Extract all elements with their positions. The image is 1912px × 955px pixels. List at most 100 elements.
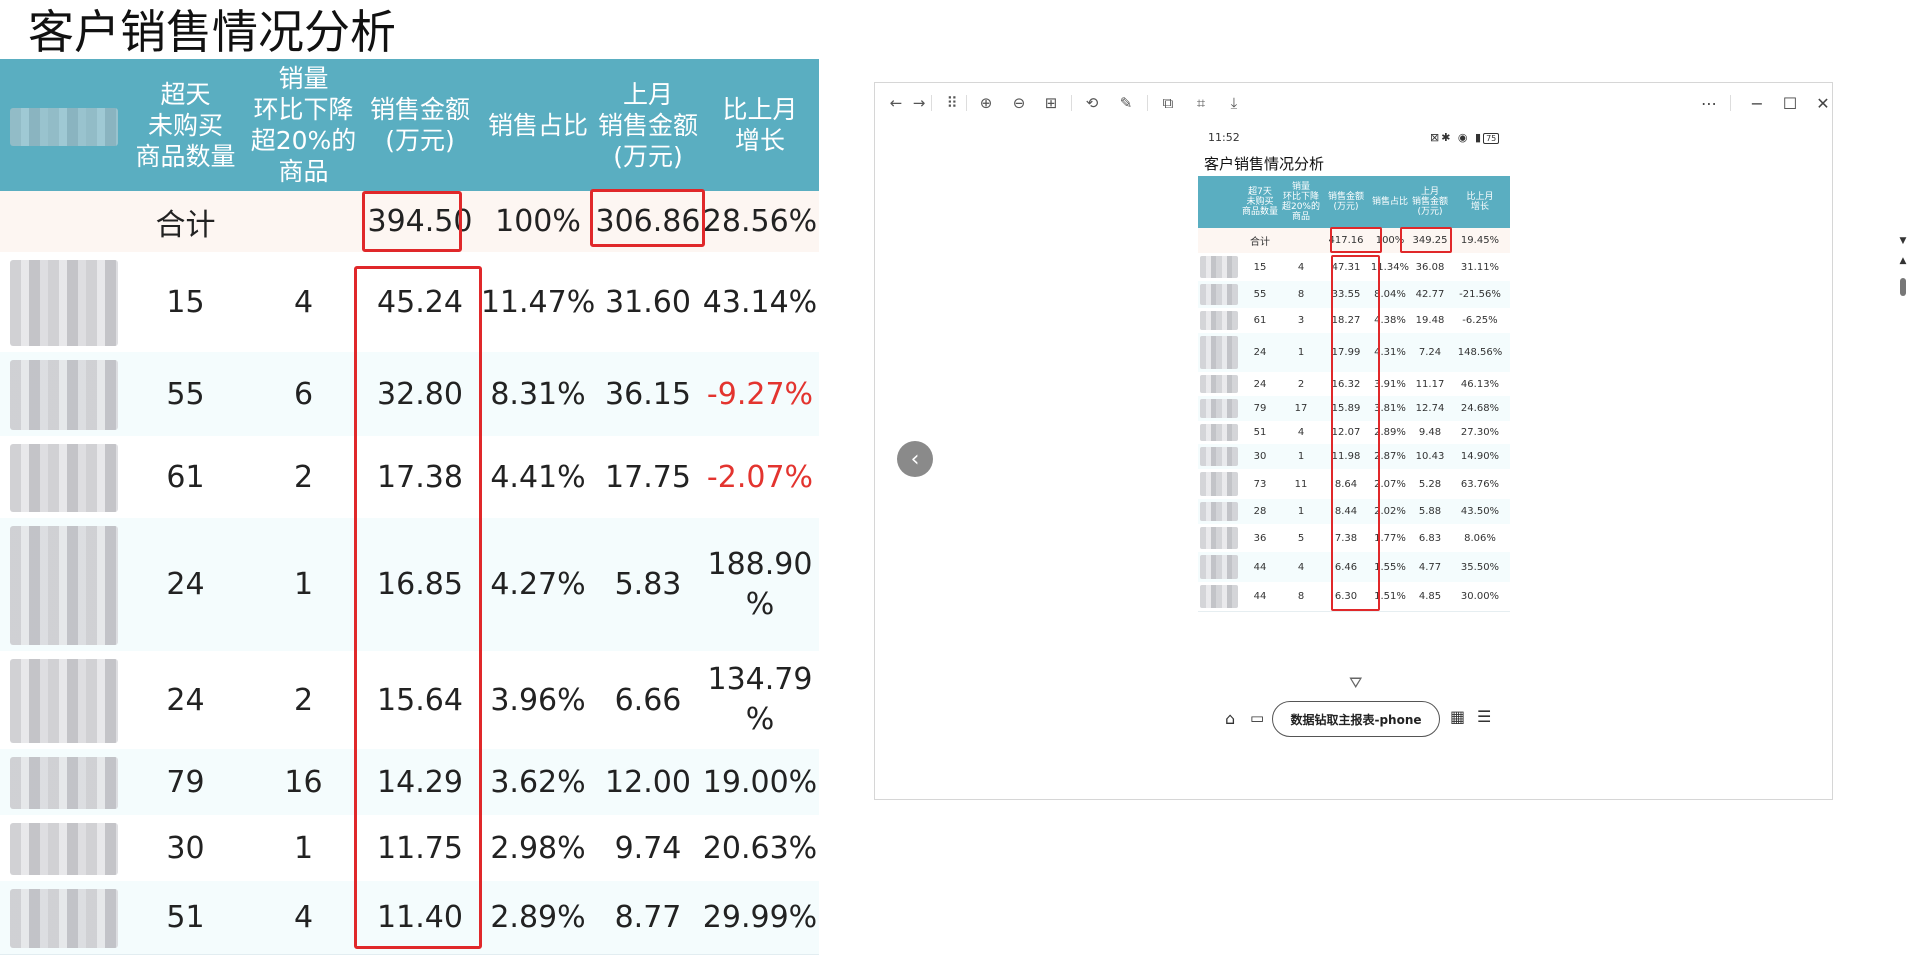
- cell-drop: 6: [293, 376, 314, 412]
- total-last-month-cell: 306.86: [595, 204, 701, 239]
- column-header: 超天 未购买 商品数量: [135, 79, 236, 171]
- cell-growth: 20.63%: [702, 830, 818, 866]
- cell-days: 15: [166, 284, 205, 320]
- cell-drop: 4: [293, 900, 314, 935]
- phone-cell-days: 15: [1253, 261, 1267, 273]
- blurred-customer-name: [10, 757, 118, 809]
- cell-days: 79: [166, 764, 205, 800]
- cell-drop: 16: [284, 764, 323, 800]
- phone-cell-days: 51: [1253, 427, 1267, 438]
- back-arrow-icon[interactable]: ←: [885, 92, 907, 114]
- cell-growth: 134.79%: [707, 662, 813, 737]
- blurred-customer-name: [1200, 585, 1238, 608]
- previous-image-button[interactable]: ‹: [897, 441, 933, 477]
- total-sales-cell: 394.50: [367, 204, 473, 239]
- home-icon[interactable]: ⌂: [1225, 709, 1235, 728]
- copy-icon[interactable]: ⧉: [1157, 92, 1179, 114]
- phone-cell-days: 44: [1253, 591, 1267, 602]
- phone-cell-days: 36: [1253, 532, 1267, 544]
- page-title: 客户销售情况分析: [28, 5, 396, 59]
- phone-column-header: 销量 环比下降 超20%的 商品: [1281, 182, 1320, 222]
- apps-grid-icon[interactable]: ▦: [1450, 707, 1465, 726]
- phone-cell-growth: 148.56%: [1457, 347, 1503, 358]
- cell-last-month: 17.75: [605, 459, 691, 495]
- more-icon[interactable]: ⋯: [1697, 91, 1721, 115]
- scrollbar-thumb[interactable]: [1900, 278, 1906, 296]
- cell-last-month: 36.15: [605, 376, 691, 412]
- cell-share: 8.31%: [490, 376, 586, 412]
- phone-cell-drop: 4: [1297, 261, 1305, 273]
- phone-highlight-total-last-month: [1400, 227, 1452, 253]
- phone-cell-last-month: 5.28: [1418, 478, 1442, 490]
- edit-icon[interactable]: ✎: [1115, 92, 1137, 114]
- phone-cell-drop: 11: [1294, 478, 1308, 490]
- maximize-icon[interactable]: ☐: [1778, 91, 1802, 115]
- blurred-customer-name: [10, 823, 118, 875]
- cell-share: 4.41%: [490, 459, 586, 495]
- blurred-customer-name: [10, 659, 118, 743]
- cell-days: 24: [166, 567, 205, 602]
- phone-cell-days: 61: [1253, 315, 1267, 326]
- phone-cell-growth: 8.06%: [1464, 532, 1496, 544]
- cell-sales: 32.80: [377, 376, 463, 412]
- download-icon[interactable]: ⤓: [1223, 92, 1245, 114]
- cell-last-month: 6.66: [614, 682, 682, 718]
- column-header: 销量 环比下降 超20%的 商品: [250, 64, 357, 186]
- phone-cell-last-month: 12.74: [1415, 403, 1445, 414]
- forward-arrow-icon[interactable]: →: [908, 92, 930, 114]
- phone-cell-growth: 27.30%: [1460, 427, 1500, 438]
- cell-growth: 43.14%: [702, 284, 818, 320]
- phone-cell-last-month: 11.17: [1415, 378, 1445, 390]
- cell-growth: 19.00%: [702, 764, 818, 800]
- close-icon[interactable]: ✕: [1811, 91, 1835, 115]
- zoom-in-icon[interactable]: ⊕: [975, 92, 997, 114]
- cell-drop: 2: [293, 459, 314, 495]
- phone-cell-last-month: 42.77: [1415, 289, 1445, 300]
- cell-days: 55: [166, 376, 205, 412]
- blurred-customer-name: [1200, 502, 1238, 521]
- phone-cell-growth: 63.76%: [1460, 478, 1500, 490]
- cell-share: 11.47%: [480, 284, 596, 320]
- phone-column-header: 销售金额 (万元): [1327, 192, 1364, 212]
- phone-screenshot: 11:52 ⊠✱ ◉ ▮ 75 客户销售情况分析 超7天 未购买 商品数量 销量 环比下降…: [1198, 127, 1518, 667]
- column-header: 销售金额 (万元): [369, 95, 470, 155]
- cell-share: 2.89%: [490, 900, 586, 935]
- phone-cell-drop: 2: [1297, 378, 1305, 390]
- grid-icon[interactable]: ⠿: [941, 92, 963, 114]
- blurred-customer-name: [10, 889, 118, 948]
- blurred-customer-name: [10, 526, 118, 645]
- scroll-down-arrow-icon[interactable]: ▲: [1898, 256, 1908, 266]
- bookmark-icon[interactable]: ▭: [1250, 709, 1264, 727]
- filter-icon[interactable]: ⛛: [1349, 673, 1362, 693]
- phone-column-header: 比上月 增长: [1466, 192, 1494, 212]
- minimize-icon[interactable]: −: [1745, 91, 1769, 115]
- cell-sales: 17.38: [377, 459, 463, 495]
- rotate-icon[interactable]: ⟲: [1081, 92, 1103, 114]
- cell-sales: 14.29: [377, 764, 463, 800]
- page-scrollbar[interactable]: ▼ ▲: [1896, 236, 1910, 954]
- cell-sales: 45.24: [377, 284, 463, 320]
- blurred-customer-name: [1200, 424, 1238, 441]
- scroll-up-arrow-icon[interactable]: ▼: [1898, 236, 1908, 246]
- total-label-cell: 合计: [155, 207, 216, 243]
- cell-growth: -2.07%: [706, 459, 814, 495]
- report-name-button[interactable]: 数据钻取主报表-phone: [1272, 701, 1440, 737]
- blurred-customer-name: [1200, 399, 1238, 418]
- cell-days: 30: [166, 830, 205, 866]
- total-growth-cell: 28.56%: [702, 204, 818, 239]
- phone-cell-growth: 35.50%: [1460, 561, 1500, 573]
- blurred-customer-name: [1200, 256, 1238, 278]
- phone-cell-days: 44: [1253, 561, 1267, 573]
- cell-growth: -9.27%: [706, 376, 814, 412]
- cell-drop: 1: [293, 830, 314, 866]
- fit-width-icon[interactable]: ⊞: [1040, 92, 1062, 114]
- column-header: 销售占比: [487, 110, 588, 140]
- scan-icon[interactable]: ⌗: [1190, 92, 1212, 114]
- toolbar-divider: [1147, 95, 1148, 111]
- blurred-customer-name: [1200, 284, 1238, 305]
- zoom-out-icon[interactable]: ⊖: [1008, 92, 1030, 114]
- phone-cell-days: 28: [1253, 506, 1267, 517]
- blurred-customer-name: [10, 260, 118, 346]
- list-menu-icon[interactable]: ☰: [1477, 707, 1491, 726]
- cell-days: 61: [166, 459, 205, 495]
